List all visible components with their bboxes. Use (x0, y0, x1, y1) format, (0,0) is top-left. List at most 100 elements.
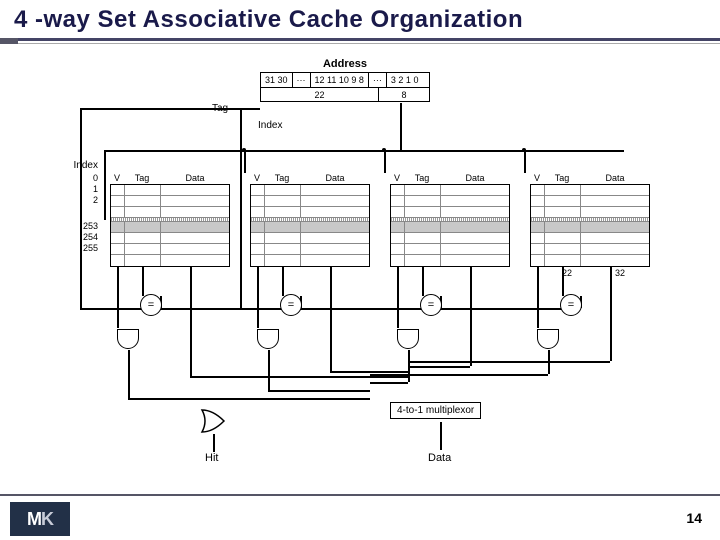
tag-out-3 (562, 266, 564, 296)
comparator-2: = (420, 294, 442, 316)
index-label: Index (258, 120, 282, 131)
idx-feed-3 (524, 150, 526, 173)
data-bus-2 (410, 366, 470, 368)
idx: 255 (68, 243, 98, 254)
cache-way-2: V Tag Data (390, 173, 510, 267)
hit-bus-0 (128, 398, 370, 400)
data-out-3 (610, 266, 612, 361)
hit-out-wire (213, 434, 215, 452)
idx-feed-2 (384, 150, 386, 173)
tag-width-label: 22 (314, 90, 324, 100)
or-gate (200, 408, 226, 434)
addr-bit-range: 31 30 (261, 73, 293, 87)
wire-dot (522, 148, 526, 152)
idx: 254 (68, 232, 98, 243)
mux-label: 4-to-1 multiplexor (397, 405, 474, 416)
col-tag: Tag (264, 173, 300, 183)
address-label: Address (260, 58, 430, 70)
tag-out-2 (422, 266, 424, 296)
index-wire-v (400, 103, 402, 150)
data-bus-3 (410, 361, 610, 363)
col-valid: V (250, 173, 264, 183)
data-bus-width: 32 (615, 268, 625, 278)
tag-field: 22 (261, 88, 379, 101)
hit-bus-2 (370, 382, 408, 384)
way-table (530, 184, 650, 267)
idx: 1 (68, 184, 98, 195)
col-data: Data (160, 173, 230, 183)
idx: 253 (68, 221, 98, 232)
col-tag: Tag (544, 173, 580, 183)
slide-title: 4 -way Set Associative Cache Organizatio… (0, 0, 720, 38)
page-number: 14 (686, 510, 702, 526)
way-table (390, 184, 510, 267)
tag-out-1 (282, 266, 284, 296)
title-rule-light (0, 43, 720, 44)
hit-1 (268, 350, 270, 390)
col-tag: Tag (124, 173, 160, 183)
multiplexor: 4-to-1 multiplexor (390, 402, 481, 419)
data-output-label: Data (428, 452, 451, 464)
col-data: Data (440, 173, 510, 183)
data-out-0 (190, 266, 192, 376)
col-valid: V (390, 173, 404, 183)
cache-way-0: V Tag Data (110, 173, 230, 267)
logo-k: K (41, 509, 53, 530)
idx-highlight-row (68, 210, 98, 221)
tag-bus-width: 22 (562, 268, 572, 278)
index-wire-h (104, 150, 624, 152)
address-bits: 31 30 ··· 12 11 10 9 8 ··· 3 2 1 0 (260, 72, 430, 88)
index-field: 8 (379, 88, 429, 101)
data-bus-0 (190, 376, 410, 378)
title-accent (0, 38, 18, 44)
and-gate-2 (397, 329, 419, 349)
publisher-logo: MK (10, 502, 70, 536)
valid-out-1 (257, 266, 259, 328)
and-gate-0 (117, 329, 139, 349)
idx: 2 (68, 195, 98, 206)
idx: 0 (68, 173, 98, 184)
wire-dot (242, 148, 246, 152)
tag-wire-h (240, 108, 260, 110)
address-split: 22 8 (260, 88, 430, 102)
index-width-label: 8 (401, 90, 406, 100)
and-gate-1 (257, 329, 279, 349)
footer-rule (0, 494, 720, 496)
index-column: Index 0 1 2 253 254 255 (68, 160, 98, 254)
valid-out-0 (117, 266, 119, 328)
and-gate-3 (537, 329, 559, 349)
comparator-0: = (140, 294, 162, 316)
valid-out-3 (537, 266, 539, 328)
addr-bit-ellipsis: ··· (293, 73, 311, 87)
hit-bus-1 (268, 390, 370, 392)
title-rule-dark (0, 38, 720, 41)
way-table (110, 184, 230, 267)
data-out-1 (330, 266, 332, 371)
addr-bit-ellipsis: ··· (369, 73, 387, 87)
comparator-3: = (560, 294, 582, 316)
tag-bus-v (80, 108, 82, 308)
addr-bit-range: 12 11 10 9 8 (311, 73, 369, 87)
idx-feed-1 (244, 150, 246, 173)
tag-wire (240, 108, 242, 308)
hit-output-label: Hit (205, 452, 218, 464)
addr-bit-range: 3 2 1 0 (387, 73, 423, 87)
data-out-wire (440, 422, 442, 450)
col-valid: V (110, 173, 124, 183)
cache-way-1: V Tag Data (250, 173, 370, 267)
tag-bus-top (80, 108, 240, 110)
index-title: Index (68, 160, 98, 171)
comparator-1: = (280, 294, 302, 316)
logo-m: M (27, 509, 41, 530)
address-block: Address 31 30 ··· 12 11 10 9 8 ··· 3 2 1… (260, 58, 430, 102)
valid-out-2 (397, 266, 399, 328)
way-table (250, 184, 370, 267)
wire-dot (382, 148, 386, 152)
cache-diagram: Address 31 30 ··· 12 11 10 9 8 ··· 3 2 1… (60, 58, 660, 468)
col-valid: V (530, 173, 544, 183)
col-data: Data (300, 173, 370, 183)
col-tag: Tag (404, 173, 440, 183)
data-bus-1 (330, 371, 410, 373)
col-data: Data (580, 173, 650, 183)
cache-way-3: V Tag Data (530, 173, 650, 267)
